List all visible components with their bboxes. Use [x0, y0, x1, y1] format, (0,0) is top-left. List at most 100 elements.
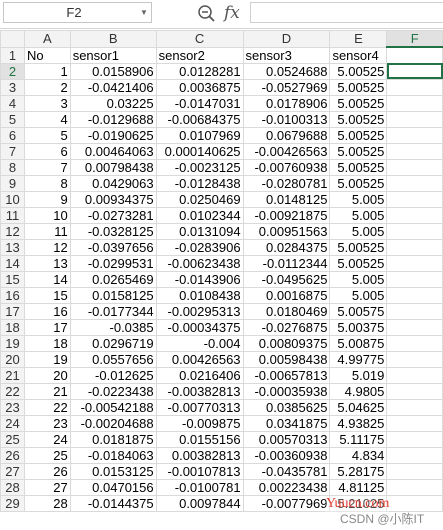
cell-d19[interactable]: 0.00809375 [242, 334, 331, 352]
row-header[interactable]: 7 [0, 142, 25, 160]
cell-a3[interactable]: 2 [23, 78, 71, 96]
cell-c9[interactable]: -0.0128438 [155, 174, 244, 192]
cell-d22[interactable]: -0.00035938 [242, 382, 331, 400]
cell-d27[interactable]: -0.0435781 [242, 462, 331, 480]
column-header-c[interactable]: C [155, 30, 244, 48]
cell-f28[interactable] [386, 478, 443, 496]
cell-c5[interactable]: -0.00684375 [155, 110, 244, 128]
cell-f26[interactable] [386, 446, 443, 464]
cell-d23[interactable]: 0.0385625 [242, 398, 331, 416]
row-header[interactable]: 10 [0, 190, 25, 208]
cell-e25[interactable]: 5.11175 [329, 430, 388, 448]
cell-d28[interactable]: 0.00223438 [242, 478, 331, 496]
row-header[interactable]: 26 [0, 446, 25, 464]
cell-b4[interactable]: 0.03225 [69, 94, 157, 112]
cell-d11[interactable]: -0.00921875 [242, 206, 331, 224]
cell-e12[interactable]: 5.005 [329, 222, 388, 240]
column-header-d[interactable]: D [242, 30, 331, 48]
cell-f2[interactable] [386, 62, 443, 80]
cell-e15[interactable]: 5.005 [329, 270, 388, 288]
row-header[interactable]: 1 [0, 46, 25, 64]
row-header[interactable]: 25 [0, 430, 25, 448]
cell-c1[interactable]: sensor2 [155, 46, 244, 64]
cell-f22[interactable] [386, 382, 443, 400]
cell-e20[interactable]: 4.99775 [329, 350, 388, 368]
cell-b19[interactable]: 0.0296719 [69, 334, 157, 352]
cell-e26[interactable]: 4.834 [329, 446, 388, 464]
cell-d15[interactable]: -0.0495625 [242, 270, 331, 288]
cell-c10[interactable]: 0.0250469 [155, 190, 244, 208]
cell-d16[interactable]: 0.0016875 [242, 286, 331, 304]
cell-a26[interactable]: 25 [23, 446, 71, 464]
cell-f9[interactable] [386, 174, 443, 192]
row-header[interactable]: 21 [0, 366, 25, 384]
cell-c29[interactable]: 0.0097844 [155, 494, 244, 512]
cell-a12[interactable]: 11 [23, 222, 71, 240]
cell-e21[interactable]: 5.019 [329, 366, 388, 384]
cell-b15[interactable]: 0.0265469 [69, 270, 157, 288]
cell-e23[interactable]: 5.04625 [329, 398, 388, 416]
cell-a24[interactable]: 23 [23, 414, 71, 432]
cell-a17[interactable]: 16 [23, 302, 71, 320]
cell-c3[interactable]: 0.0036875 [155, 78, 244, 96]
row-header[interactable]: 14 [0, 254, 25, 272]
cell-b26[interactable]: -0.0184063 [69, 446, 157, 464]
cell-b29[interactable]: -0.0144375 [69, 494, 157, 512]
cell-f14[interactable] [386, 254, 443, 272]
cell-d12[interactable]: 0.00951563 [242, 222, 331, 240]
cell-e1[interactable]: sensor4 [329, 46, 388, 64]
row-header[interactable]: 17 [0, 302, 25, 320]
cell-a20[interactable]: 19 [23, 350, 71, 368]
cell-c21[interactable]: 0.0216406 [155, 366, 244, 384]
cell-f16[interactable] [386, 286, 443, 304]
column-header-b[interactable]: B [69, 30, 157, 48]
cell-e16[interactable]: 5.005 [329, 286, 388, 304]
cell-f19[interactable] [386, 334, 443, 352]
cell-d9[interactable]: -0.0280781 [242, 174, 331, 192]
cell-e7[interactable]: 5.00525 [329, 142, 388, 160]
fx-icon[interactable]: fx [224, 1, 244, 25]
cell-b28[interactable]: 0.0470156 [69, 478, 157, 496]
row-header[interactable]: 6 [0, 126, 25, 144]
cell-b17[interactable]: -0.0177344 [69, 302, 157, 320]
cell-e4[interactable]: 5.00525 [329, 94, 388, 112]
cell-e8[interactable]: 5.00525 [329, 158, 388, 176]
cell-c28[interactable]: -0.0100781 [155, 478, 244, 496]
row-header[interactable]: 20 [0, 350, 25, 368]
cell-a13[interactable]: 12 [23, 238, 71, 256]
row-header[interactable]: 4 [0, 94, 25, 112]
cell-a23[interactable]: 22 [23, 398, 71, 416]
cell-d3[interactable]: -0.0527969 [242, 78, 331, 96]
cell-b27[interactable]: 0.0153125 [69, 462, 157, 480]
cell-a18[interactable]: 17 [23, 318, 71, 336]
cell-d7[interactable]: -0.00426563 [242, 142, 331, 160]
cell-b12[interactable]: -0.0328125 [69, 222, 157, 240]
cell-f4[interactable] [386, 94, 443, 112]
cell-d2[interactable]: 0.0524688 [242, 62, 331, 80]
cell-a8[interactable]: 7 [23, 158, 71, 176]
cell-c23[interactable]: -0.00770313 [155, 398, 244, 416]
cell-c7[interactable]: 0.000140625 [155, 142, 244, 160]
cell-e11[interactable]: 5.005 [329, 206, 388, 224]
cell-d10[interactable]: 0.0148125 [242, 190, 331, 208]
cell-d21[interactable]: -0.00657813 [242, 366, 331, 384]
cell-f17[interactable] [386, 302, 443, 320]
cell-c8[interactable]: -0.0023125 [155, 158, 244, 176]
name-box[interactable]: F2 ▼ [3, 2, 152, 23]
cell-a29[interactable]: 28 [23, 494, 71, 512]
row-header[interactable]: 8 [0, 158, 25, 176]
cell-c18[interactable]: -0.00034375 [155, 318, 244, 336]
cell-f24[interactable] [386, 414, 443, 432]
cell-d24[interactable]: 0.0341875 [242, 414, 331, 432]
cell-b5[interactable]: -0.0129688 [69, 110, 157, 128]
cell-a6[interactable]: 5 [23, 126, 71, 144]
cell-c4[interactable]: -0.0147031 [155, 94, 244, 112]
cell-c17[interactable]: -0.00295313 [155, 302, 244, 320]
cell-c19[interactable]: -0.004 [155, 334, 244, 352]
cell-f12[interactable] [386, 222, 443, 240]
row-header[interactable]: 13 [0, 238, 25, 256]
cell-a10[interactable]: 9 [23, 190, 71, 208]
row-header[interactable]: 22 [0, 382, 25, 400]
cell-d26[interactable]: -0.00360938 [242, 446, 331, 464]
cell-d8[interactable]: -0.00760938 [242, 158, 331, 176]
